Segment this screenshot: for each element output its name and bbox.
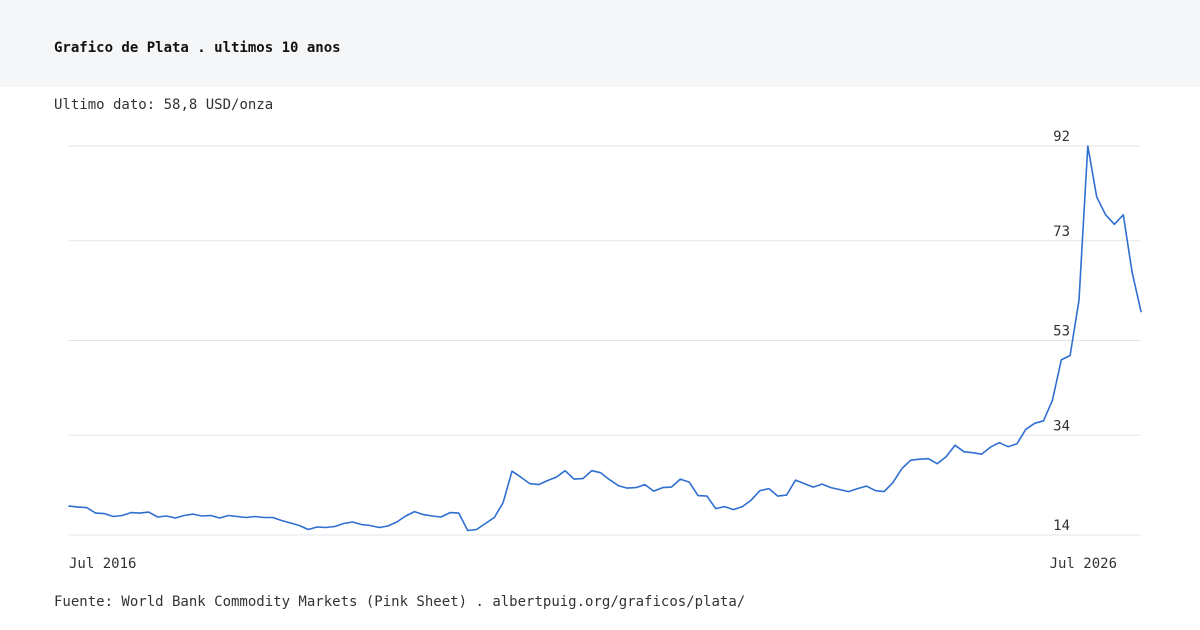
source-url[interactable]: albertpuig.org/graficos/plata/ — [492, 594, 745, 610]
series-line — [68, 145, 1142, 532]
y-tick-label: 14 — [1053, 518, 1070, 534]
y-tick-label: 92 — [1053, 129, 1070, 145]
latest-value-label: Ultimo dato: — [54, 97, 156, 113]
x-tick-label: Jul 2026 — [1050, 556, 1117, 572]
latest-value-line: Ultimo dato: 58,8 USD/onza — [54, 97, 273, 113]
header-bar: Grafico de Plata . ultimos 10 anos — [0, 0, 1200, 87]
source-label: Fuente: World Bank Commodity Markets (Pi… — [54, 594, 468, 610]
x-tick-label: Jul 2016 — [69, 556, 136, 572]
y-tick-label: 34 — [1053, 418, 1070, 434]
y-tick-label: 53 — [1053, 324, 1070, 340]
source-line: Fuente: World Bank Commodity Markets (Pi… — [54, 594, 745, 610]
latest-value: 58,8 USD/onza — [163, 97, 274, 113]
footer-separator: . — [475, 594, 484, 610]
page-title: Grafico de Plata . ultimos 10 anos — [54, 40, 341, 56]
y-tick-label: 73 — [1053, 224, 1070, 240]
silver-price-chart: 14 34 53 73 92 Jul 2016 Jul 2026 — [68, 129, 1142, 572]
